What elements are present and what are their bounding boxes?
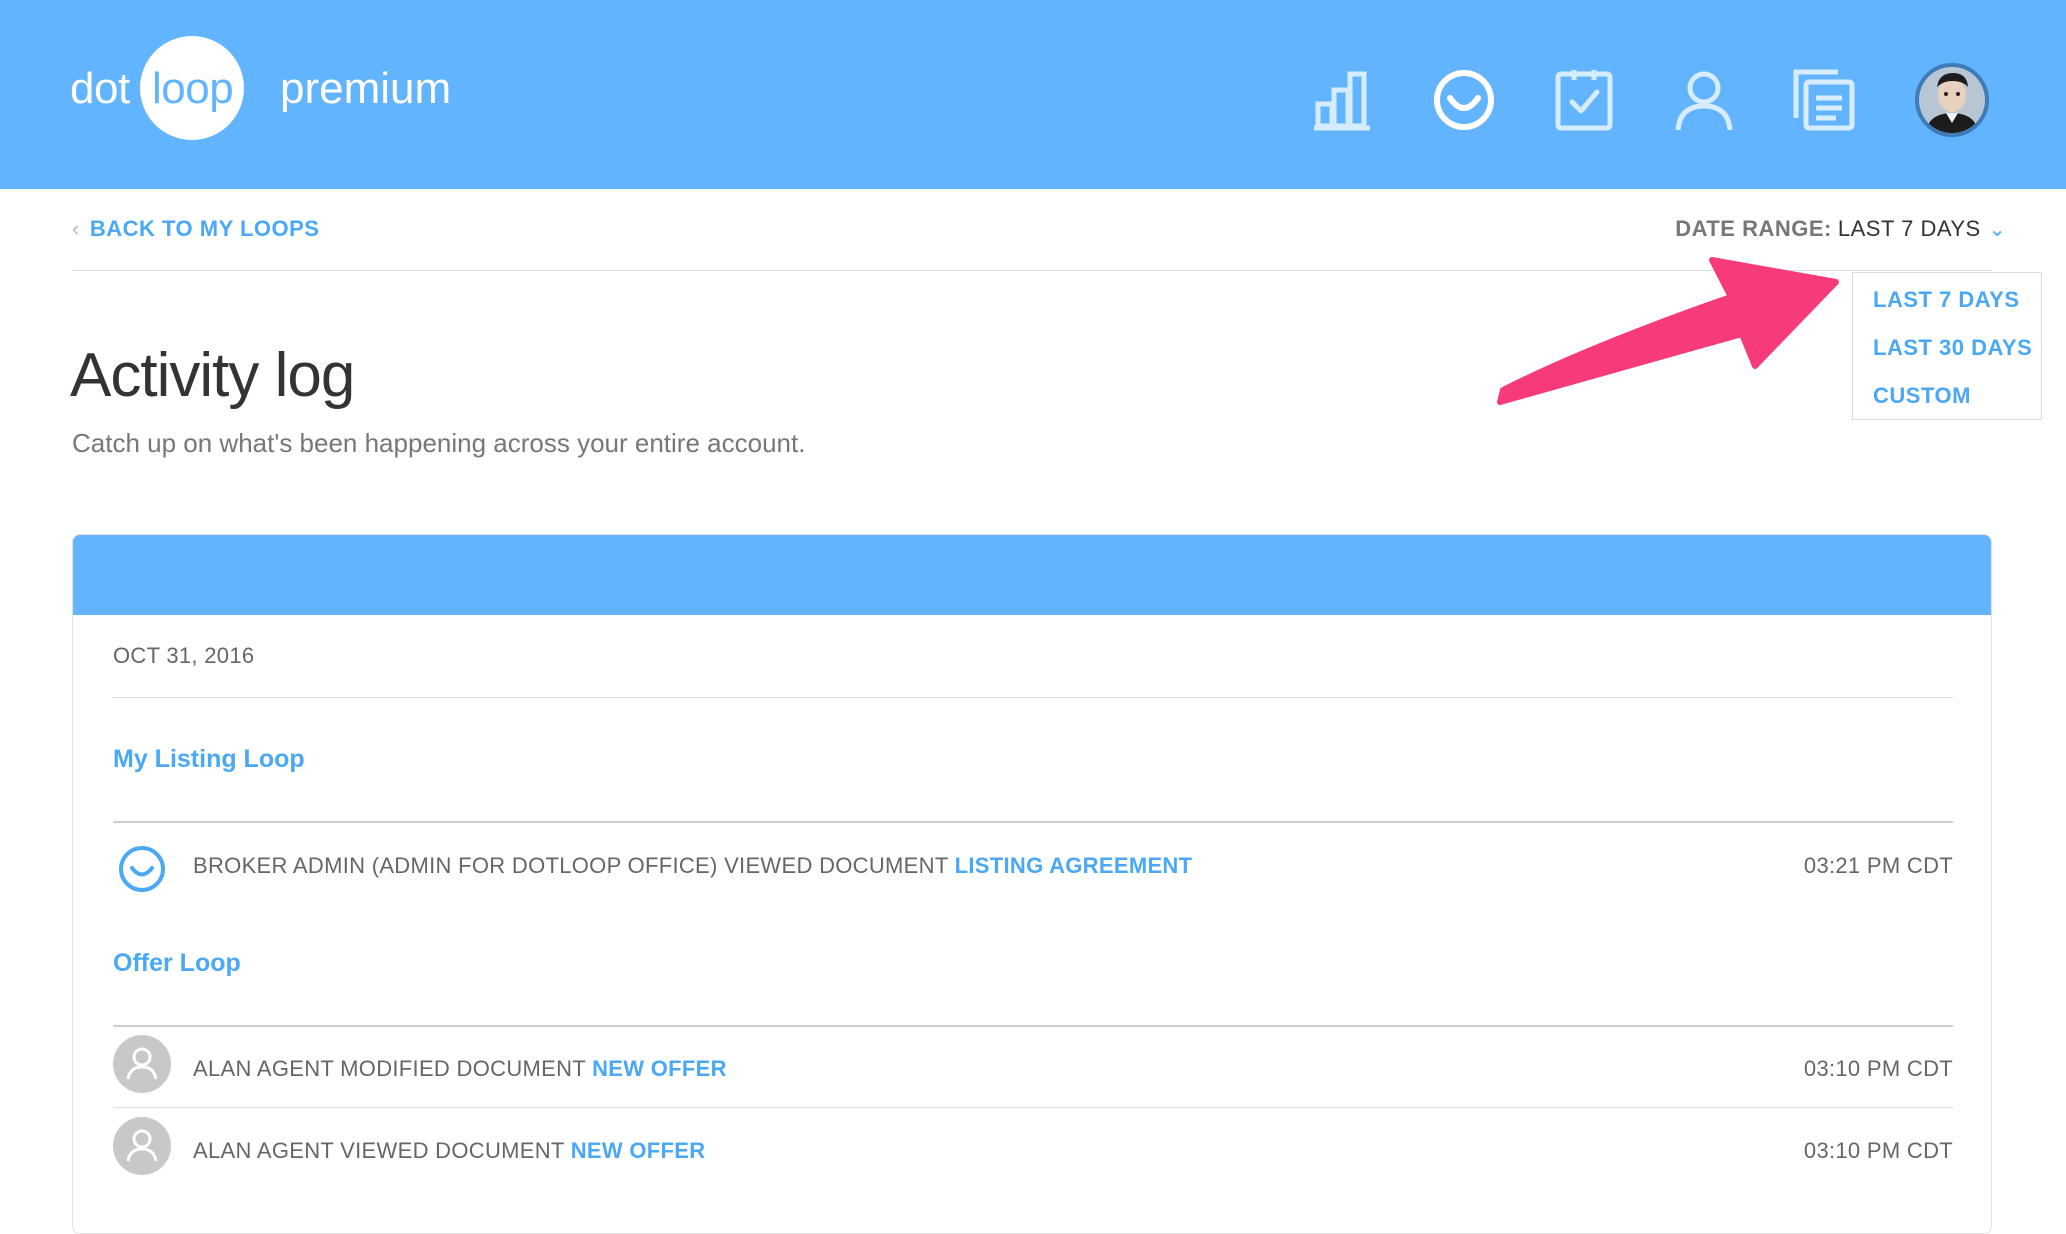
person-icon[interactable] [1672, 68, 1736, 132]
activity-timestamp: 03:10 PM CDT [1803, 1138, 1953, 1163]
dropdown-option-custom[interactable]: CUSTOM [1873, 383, 1971, 409]
document-link-listing-agreement[interactable]: LISTING AGREEMENT [955, 853, 1193, 878]
chevron-left-icon: ‹ [72, 216, 80, 241]
loop-name-my-listing-loop[interactable]: My Listing Loop [113, 745, 305, 774]
activity-date-heading: OCT 31, 2016 [113, 643, 255, 668]
chevron-down-icon: ⌄ [1988, 218, 2006, 241]
date-range-dropdown: LAST 7 DAYS LAST 30 DAYS CUSTOM [1852, 272, 2042, 420]
activity-row-1-text: BROKER ADMIN (ADMIN FOR DOTLOOP OFFICE) … [193, 853, 1192, 879]
loop-divider [113, 1025, 1953, 1027]
activity-row-2-text: ALAN AGENT MODIFIED DOCUMENT NEW OFFER [193, 1056, 727, 1082]
card-header-bar [73, 535, 1991, 615]
task-check-icon[interactable] [1552, 68, 1616, 132]
back-link-label: BACK TO MY LOOPS [89, 216, 320, 241]
date-range-label: DATE RANGE: [1675, 216, 1832, 241]
smile-loop-icon[interactable] [1432, 68, 1496, 132]
dropdown-option-last-7-days[interactable]: LAST 7 DAYS [1873, 287, 2020, 313]
row-divider [113, 1107, 1953, 1108]
user-avatar[interactable] [1915, 63, 1989, 137]
dotloop-icon [113, 840, 171, 898]
activity-description: ALAN AGENT MODIFIED DOCUMENT [193, 1056, 586, 1081]
logo-text-loop: loop [152, 64, 234, 113]
date-range-selector[interactable]: DATE RANGE: LAST 7 DAYS ⌄ [1675, 216, 2006, 242]
header-divider [72, 270, 1992, 271]
activity-row-3-text: ALAN AGENT VIEWED DOCUMENT NEW OFFER [193, 1138, 705, 1164]
logo-text-dot: dot [70, 64, 130, 113]
dropdown-option-last-30-days[interactable]: LAST 30 DAYS [1873, 335, 2032, 361]
loop-divider [113, 821, 1953, 823]
activity-description: BROKER ADMIN (ADMIN FOR DOTLOOP OFFICE) … [193, 853, 949, 878]
loop-name-offer-loop[interactable]: Offer Loop [113, 949, 241, 978]
annotation-arrow-shape [1497, 257, 1839, 405]
page-title: Activity log [70, 341, 355, 410]
user-avatar-icon [113, 1035, 171, 1093]
date-divider [113, 697, 1953, 698]
logo-text-premium: premium [280, 64, 452, 113]
activity-description: ALAN AGENT VIEWED DOCUMENT [193, 1138, 565, 1163]
back-to-my-loops-link[interactable]: ‹ BACK TO MY LOOPS [72, 216, 319, 242]
document-link-new-offer[interactable]: NEW OFFER [592, 1056, 727, 1081]
activity-timestamp: 03:10 PM CDT [1803, 1056, 1953, 1081]
activity-log-card: OCT 31, 2016 My Listing Loop BROKER ADMI… [72, 534, 1992, 1234]
bar-chart-icon[interactable] [1312, 68, 1376, 132]
document-link-new-offer[interactable]: NEW OFFER [571, 1138, 706, 1163]
page-subtitle: Catch up on what's been happening across… [72, 428, 806, 458]
user-avatar-icon [113, 1117, 171, 1175]
date-range-value: LAST 7 DAYS [1837, 216, 1981, 241]
activity-timestamp: 03:21 PM CDT [1803, 853, 1953, 878]
documents-icon[interactable] [1792, 68, 1856, 132]
top-navigation-bar: dot loop premium [0, 0, 2066, 189]
